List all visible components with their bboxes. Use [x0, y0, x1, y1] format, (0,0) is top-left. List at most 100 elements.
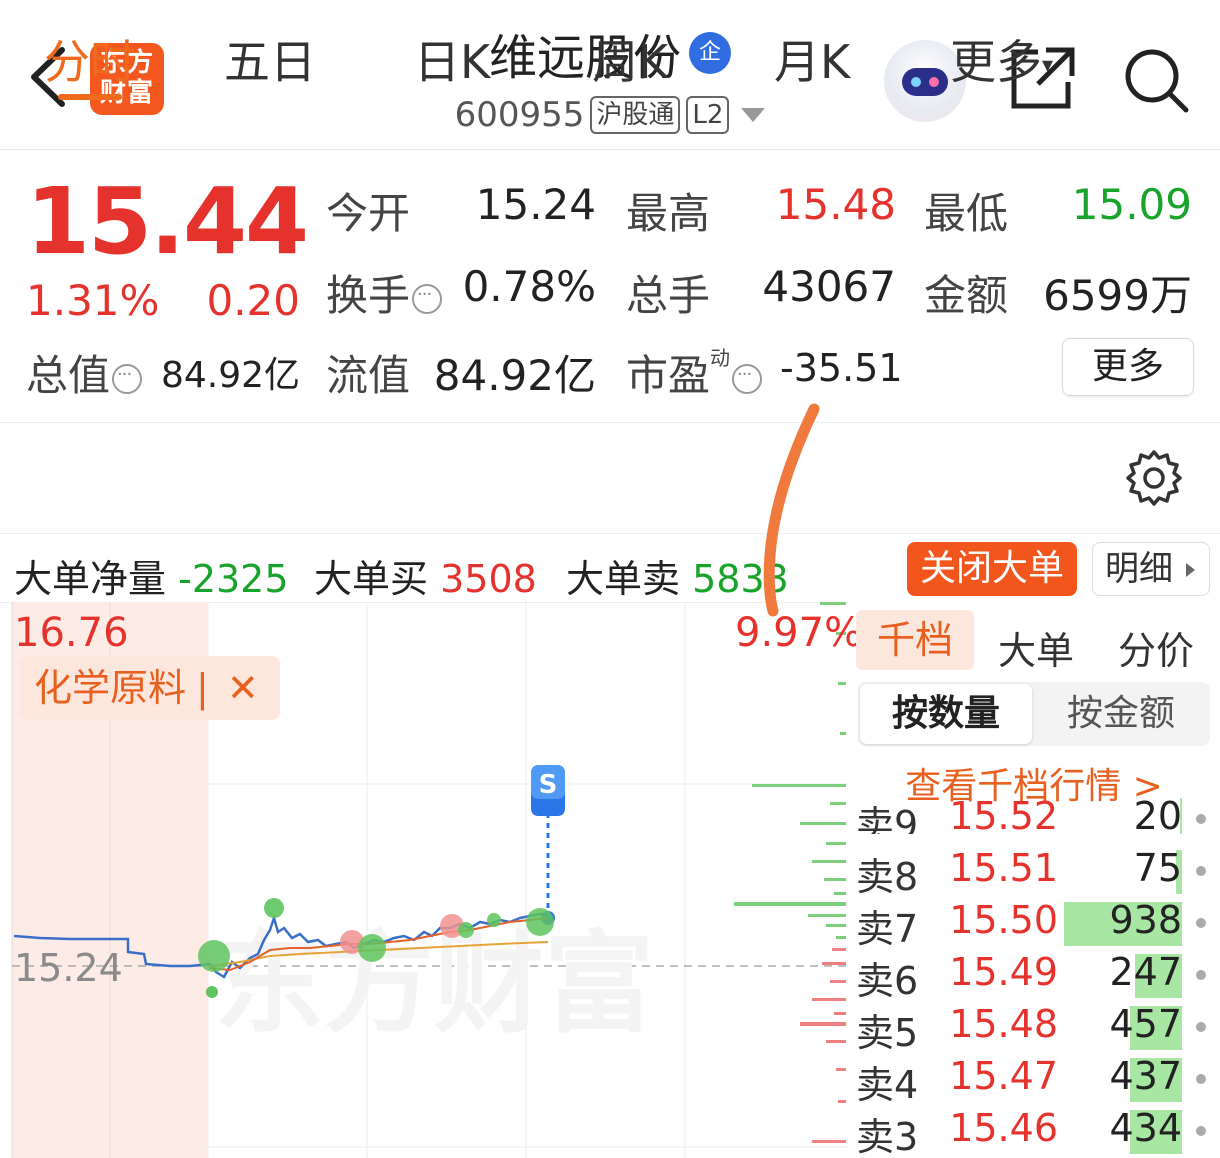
level-volume: 457 — [1109, 1002, 1182, 1046]
tab-more-label: 更多 — [950, 35, 1042, 89]
order-book-row[interactable]: 卖6 15.49 247 — [848, 950, 1220, 1003]
sector-tag[interactable]: 化学原料 | ✕ — [20, 656, 280, 720]
dot-icon — [1196, 1022, 1206, 1032]
level2-tag: L2 — [686, 96, 730, 134]
level-volume: 20 — [1133, 794, 1182, 834]
info-icon[interactable] — [732, 363, 763, 394]
level-price: 15.48 — [949, 1002, 1058, 1046]
turnover-label[interactable]: 换手 — [326, 262, 443, 323]
big-order-net-value: -2325 — [178, 557, 289, 601]
detail-button[interactable]: 明细 — [1092, 542, 1210, 596]
dot-icon — [1196, 918, 1206, 928]
order-book-row[interactable]: 卖4 15.47 437 — [848, 1054, 1220, 1107]
high-value: 15.48 — [775, 180, 896, 229]
order-book-row[interactable]: 卖5 15.48 457 — [848, 1002, 1220, 1055]
level-volume: 247 — [1109, 950, 1182, 994]
big-order-buy-label: 大单买 — [314, 557, 429, 601]
dot-icon — [1196, 1074, 1206, 1084]
turnover-label-text: 换手 — [326, 271, 411, 320]
watermark: 东方财富 — [214, 920, 654, 1048]
order-book-row[interactable]: 卖9 15.52 20 — [848, 794, 1220, 834]
big-order-sell-label: 大单卖 — [566, 557, 681, 601]
stock-code: 600955 — [454, 95, 585, 135]
amount-value: 6599万 — [1043, 271, 1192, 320]
stock-code-row[interactable]: 600955 沪股通 L2 — [330, 95, 890, 135]
pe-label[interactable]: 市盈动 — [626, 342, 763, 403]
mode-by-amount[interactable]: 按金额 — [1034, 684, 1208, 744]
signal-marker-icon[interactable]: S — [530, 764, 566, 818]
pe-label-text: 市盈 — [626, 351, 711, 400]
tab-daily-k[interactable]: 日K — [414, 26, 490, 92]
search-icon[interactable] — [1120, 44, 1190, 114]
info-icon[interactable] — [412, 283, 443, 314]
level-price: 15.49 — [949, 950, 1058, 994]
mktcap-value: 84.92亿 — [160, 355, 300, 396]
order-book-row[interactable]: 卖7 15.50 938 — [848, 898, 1220, 951]
dropdown-caret-icon: ▾ — [1042, 53, 1054, 78]
chart-tabs — [0, 422, 1220, 534]
enterprise-badge: 企 — [689, 32, 731, 74]
open-label: 今开 — [326, 189, 411, 238]
mktcap-label[interactable]: 总值 — [26, 342, 143, 403]
volume-label: 总手 — [626, 271, 711, 320]
amount-label: 金额 — [924, 271, 1009, 320]
mktcap-label-text: 总值 — [26, 351, 111, 400]
sector-tag-label: 化学原料 — [34, 666, 187, 710]
more-quote-button[interactable]: 更多 — [1062, 338, 1194, 396]
y-axis-prev-close: 15.24 — [14, 946, 123, 990]
tab-intraday[interactable]: 分时 — [44, 26, 136, 92]
dot-icon — [1196, 866, 1206, 876]
tab-monthly-k[interactable]: 月K — [774, 26, 850, 92]
level-volume: 938 — [1109, 898, 1182, 942]
signal-marker-label: S — [539, 770, 558, 800]
tab-thousand-level[interactable]: 千档 — [856, 610, 974, 670]
level-volume: 437 — [1109, 1054, 1182, 1098]
dot-icon — [1196, 970, 1206, 980]
level-price: 15.51 — [949, 846, 1058, 890]
big-order-net-label: 大单净量 — [14, 557, 167, 601]
level-label: 卖4 — [856, 1063, 919, 1107]
tab-weekly-k[interactable]: 周K — [592, 26, 668, 92]
mode-by-quantity[interactable]: 按数量 — [860, 684, 1032, 744]
big-order-net: 大单净量 -2325 — [14, 548, 289, 603]
level-price: 15.46 — [949, 1106, 1058, 1150]
pe-dynamic-mark: 动 — [710, 346, 731, 370]
y-axis-max: 16.76 — [14, 610, 129, 656]
tab-five-day[interactable]: 五日 — [224, 26, 316, 92]
float-value: 84.92亿 — [433, 351, 596, 400]
tab-more[interactable]: 更多▾ — [950, 26, 1053, 92]
big-order-buy-value: 3508 — [440, 557, 537, 601]
order-book-row[interactable]: 卖3 15.46 434 — [848, 1106, 1220, 1158]
level-label: 卖6 — [856, 959, 919, 1003]
low-label: 最低 — [924, 189, 1009, 238]
low-value: 15.09 — [1071, 180, 1192, 229]
connect-tag: 沪股通 — [590, 96, 681, 134]
close-big-order-button[interactable]: 关闭大单 — [907, 542, 1077, 596]
tab-price-distribution[interactable]: 分价 — [1118, 620, 1194, 675]
close-icon[interactable]: ✕ — [227, 666, 259, 710]
level-price: 15.47 — [949, 1054, 1058, 1098]
pe-value: -35.51 — [780, 346, 903, 390]
gear-icon[interactable] — [1124, 448, 1184, 508]
dot-icon — [1196, 814, 1206, 824]
level-label: 卖9 — [856, 803, 919, 834]
level-price: 15.50 — [949, 898, 1058, 942]
order-book-row[interactable]: 卖8 15.51 75 — [848, 846, 1220, 899]
info-icon[interactable] — [112, 363, 143, 394]
tab-underline — [58, 94, 122, 100]
level-volume: 434 — [1109, 1106, 1182, 1150]
open-value: 15.24 — [475, 180, 596, 229]
volume-value: 43067 — [762, 262, 896, 311]
tab-big-order[interactable]: 大单 — [998, 620, 1074, 675]
level-price: 15.52 — [949, 794, 1058, 834]
depth-profile — [734, 602, 846, 1143]
hand-drawn-stroke — [763, 403, 820, 617]
turnover-value: 0.78% — [462, 262, 596, 311]
big-order-buy: 大单买 3508 — [314, 548, 537, 603]
level-label: 卖3 — [856, 1115, 919, 1158]
chevron-right-icon — [1186, 563, 1195, 577]
dot-icon — [1196, 1126, 1206, 1136]
detail-button-label: 明细 — [1105, 549, 1173, 589]
chevron-down-icon[interactable] — [741, 108, 766, 122]
change-percent: 1.31% — [26, 276, 160, 325]
